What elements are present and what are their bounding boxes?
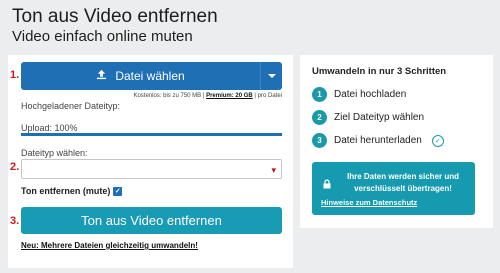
howto-step-label: Ziel Dateityp wählen	[334, 112, 425, 123]
uploaded-type-label: Hochgeladener Dateityp:	[21, 101, 121, 111]
premium-link[interactable]: Premium: 20 GB	[206, 93, 253, 99]
page-subtitle: Video einfach online muten	[12, 28, 193, 45]
mute-checkbox[interactable]: ✓	[113, 186, 123, 196]
step-number-badge: 1	[312, 87, 327, 102]
remove-audio-button[interactable]: Ton aus Video entfernen	[21, 207, 282, 234]
check-circle-icon: ✓	[431, 134, 444, 147]
howto-step-label: Datei herunterladen	[334, 135, 422, 146]
howto-title: Umwandeln in nur 3 Schritten	[312, 66, 447, 77]
privacy-link[interactable]: Hinweise zum Datenschutz	[321, 198, 417, 207]
page-title: Ton aus Video entfernen	[12, 6, 218, 27]
lock-icon	[322, 176, 332, 189]
chevron-down-icon	[267, 74, 276, 78]
step-marker-2: 2.	[10, 161, 20, 173]
step-number-badge: 3	[312, 133, 327, 148]
security-notice: Ihre Daten werden sicher und verschlüsse…	[312, 162, 475, 215]
howto-step-3: 3 Datei herunterladen ✓	[312, 133, 444, 148]
security-text: Ihre Daten werden sicher und verschlüsse…	[346, 172, 460, 193]
upload-status: Upload: 100%	[21, 123, 78, 133]
file-size-limit: Kostenlos: bis zu 750 MB | Premium: 20 G…	[133, 93, 282, 99]
mute-label: Ton entfernen (mute)	[21, 186, 111, 196]
mute-option: Ton entfernen (mute) ✓	[21, 186, 123, 196]
step-marker-3: 3.	[10, 215, 20, 227]
chevron-down-icon: ▾	[271, 165, 276, 175]
step-marker-1: 1.	[10, 69, 20, 81]
limit-suffix-text: | pro Datei	[254, 93, 282, 99]
choose-file-label: Datei wählen	[115, 69, 185, 83]
limit-free-text: Kostenlos: bis zu 750 MB |	[133, 93, 205, 99]
howto-card: Umwandeln in nur 3 Schritten 1 Datei hoc…	[300, 55, 493, 228]
upload-source-dropdown[interactable]	[260, 62, 282, 90]
upload-icon	[96, 69, 107, 83]
converter-card: 1. Datei wählen Kostenlos: bis zu 750 MB…	[8, 55, 293, 268]
howto-step-label: Datei hochladen	[334, 89, 407, 100]
choose-file-button[interactable]: Datei wählen	[21, 69, 260, 83]
step-number-badge: 2	[312, 110, 327, 125]
upload-progress-fill	[21, 133, 282, 136]
upload-button-group: Datei wählen	[21, 62, 282, 90]
multi-file-link[interactable]: Neu: Mehrere Dateien gleichzeitig umwand…	[21, 241, 198, 250]
upload-progress-bar	[21, 133, 282, 136]
filetype-label: Dateityp wählen:	[21, 148, 88, 158]
howto-step-2: 2 Ziel Dateityp wählen	[312, 110, 424, 125]
filetype-select[interactable]: ▾	[21, 159, 282, 179]
howto-step-1: 1 Datei hochladen	[312, 87, 406, 102]
